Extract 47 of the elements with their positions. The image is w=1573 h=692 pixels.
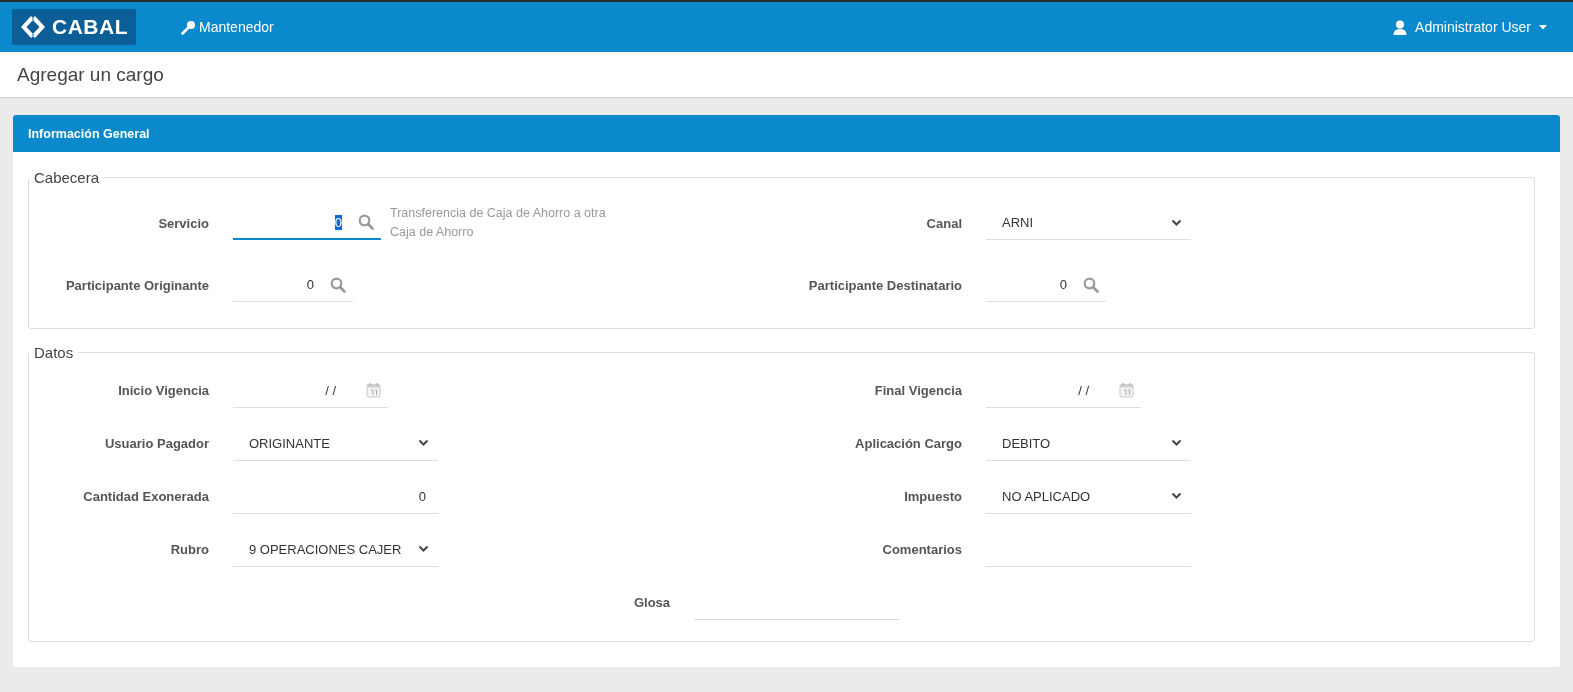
page-title: Agregar un cargo bbox=[17, 63, 164, 86]
section-legend: Cabecera bbox=[29, 169, 105, 186]
key-icon bbox=[181, 19, 196, 35]
chevron-down-icon bbox=[418, 439, 429, 447]
field-label: Canal bbox=[925, 215, 962, 231]
nav-menu-item[interactable]: Mantenedor bbox=[181, 19, 274, 35]
chevron-down-icon bbox=[1171, 439, 1182, 447]
diamond-logo-icon bbox=[20, 14, 46, 40]
field-label: Rubro bbox=[169, 542, 209, 557]
field-label: Comentarios bbox=[881, 542, 962, 557]
panel-header: Información General bbox=[13, 115, 1560, 152]
date-field[interactable]: / / bbox=[233, 373, 388, 408]
field-label: Servicio bbox=[157, 215, 209, 231]
calendar-icon[interactable] bbox=[1119, 382, 1134, 398]
field-label: Impuesto bbox=[903, 489, 962, 504]
user-menu[interactable]: Administrator User bbox=[1393, 19, 1547, 35]
user-icon bbox=[1393, 19, 1408, 35]
search-icon[interactable] bbox=[330, 276, 346, 293]
chevron-down-icon bbox=[1171, 492, 1182, 500]
field-label: Glosa bbox=[633, 595, 671, 610]
field-label: Aplicación Cargo bbox=[854, 436, 962, 451]
dropdown[interactable]: NO APLICADO bbox=[986, 479, 1191, 514]
caret-icon bbox=[1539, 24, 1547, 30]
field-label: Participante Destinatario bbox=[807, 277, 962, 293]
search-icon[interactable] bbox=[1083, 276, 1099, 293]
field-label: Participante Originante bbox=[64, 277, 209, 293]
input-field[interactable]: 0 bbox=[233, 479, 438, 514]
field-label: Usuario Pagador bbox=[103, 436, 209, 451]
dropdown[interactable]: ORIGINANTE bbox=[233, 426, 438, 461]
field-label: Inicio Vigencia bbox=[117, 383, 209, 398]
search-icon[interactable] bbox=[358, 214, 374, 230]
date-field[interactable]: / / bbox=[986, 373, 1141, 408]
brand-name: CABAL bbox=[52, 15, 128, 39]
dropdown[interactable]: 9 OPERACIONES CAJER bbox=[233, 532, 438, 567]
dropdown[interactable]: DEBITO bbox=[986, 426, 1191, 461]
field-label: Final Vigencia bbox=[873, 383, 962, 398]
lookup-field[interactable]: 0 bbox=[986, 268, 1106, 302]
dropdown[interactable]: ARNI bbox=[986, 206, 1191, 240]
brand-logo[interactable]: CABAL bbox=[12, 9, 136, 45]
service-description: Transferencia de Caja de Ahorro a otra Caja de Ahorro bbox=[390, 205, 607, 241]
lookup-field[interactable]: 0 bbox=[233, 206, 381, 240]
lookup-field[interactable]: 0 bbox=[233, 268, 353, 302]
calendar-icon[interactable] bbox=[366, 382, 381, 398]
chevron-down-icon bbox=[1171, 218, 1182, 227]
chevron-down-icon bbox=[418, 545, 429, 553]
section-legend: Datos bbox=[29, 344, 79, 361]
field-label: Cantidad Exonerada bbox=[82, 489, 209, 504]
